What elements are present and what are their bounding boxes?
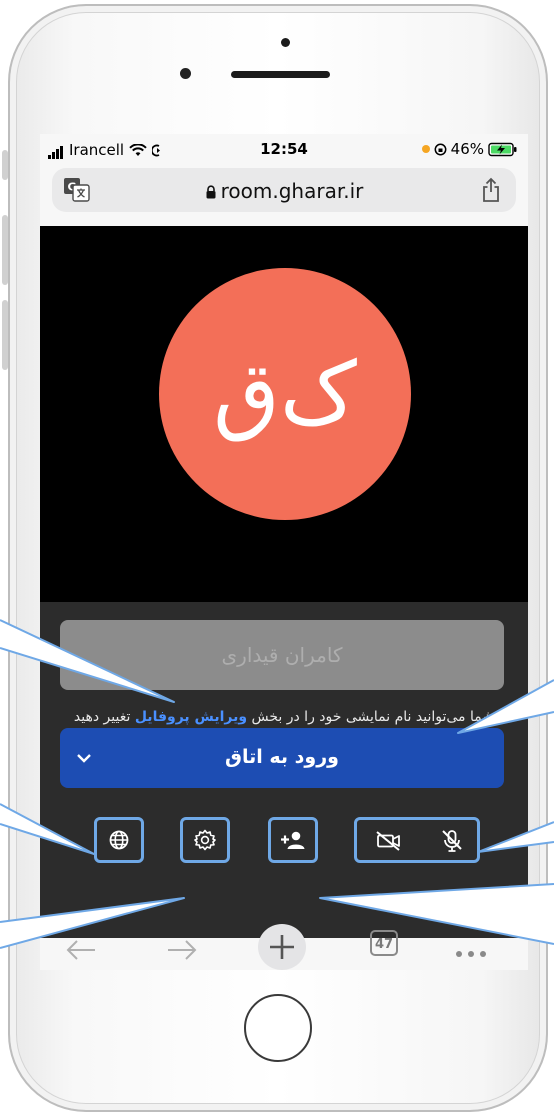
- avatar: ک‌ق: [159, 268, 411, 520]
- rotation-lock-icon: [434, 143, 447, 155]
- tab-count[interactable]: 47: [370, 930, 398, 956]
- sensor-dot: [281, 38, 290, 47]
- forward-arrow-icon[interactable]: [165, 934, 199, 966]
- settings-icon: [194, 829, 216, 851]
- earpiece: [231, 71, 330, 78]
- address-bar: G room.gharar.ir: [40, 164, 528, 226]
- screen: Irancell 12:54 46%: [40, 134, 528, 970]
- language-button[interactable]: [94, 817, 144, 863]
- lock-icon: [206, 185, 216, 199]
- language-icon: [109, 830, 129, 850]
- settings-button[interactable]: [180, 817, 230, 863]
- back-arrow-icon[interactable]: [64, 934, 98, 966]
- url-label: room.gharar.ir: [220, 179, 364, 203]
- home-button[interactable]: [244, 994, 312, 1062]
- display-name-field[interactable]: کامران قیداری: [60, 620, 504, 690]
- battery-percent: 46%: [450, 140, 484, 158]
- share-icon[interactable]: [480, 177, 502, 203]
- url-pill[interactable]: G room.gharar.ir: [52, 168, 516, 212]
- mute-switch: [2, 150, 8, 180]
- join-room-label: ورود به اتاق: [225, 746, 339, 768]
- chevron-down-icon[interactable]: [74, 748, 94, 768]
- video-preview: ک‌ق: [40, 226, 528, 602]
- mic-off-icon[interactable]: [441, 829, 463, 853]
- profile-hint: شما می‌توانید نام نمایشی خود را در بخش و…: [40, 709, 528, 725]
- battery-charging-icon: [488, 142, 517, 156]
- join-panel: کامران قیداری شما می‌توانید نام نمایشی خ…: [40, 602, 528, 938]
- edit-profile-link[interactable]: ویرایش پروفایل: [135, 709, 247, 725]
- more-icon[interactable]: [454, 938, 488, 970]
- hint-prefix: شما می‌توانید نام نمایشی خود را در بخش: [247, 709, 495, 725]
- browser-toolbar: 47: [40, 924, 528, 970]
- new-tab-button[interactable]: [258, 924, 306, 970]
- camera-off-icon[interactable]: [375, 831, 403, 851]
- media-toggle-group: [354, 817, 480, 863]
- join-room-button[interactable]: ورود به اتاق: [60, 728, 504, 788]
- volume-up-button: [2, 215, 8, 285]
- hint-suffix: تغییر دهید: [73, 709, 135, 725]
- plus-icon: [270, 935, 294, 959]
- recording-dot-icon: [421, 145, 430, 153]
- url-text[interactable]: room.gharar.ir: [52, 179, 516, 203]
- front-camera: [180, 68, 191, 79]
- volume-down-button: [2, 300, 8, 370]
- invite-button[interactable]: [268, 817, 318, 863]
- status-bar: Irancell 12:54 46%: [40, 134, 528, 164]
- status-right: 46%: [421, 140, 518, 158]
- add-person-icon: [281, 831, 305, 849]
